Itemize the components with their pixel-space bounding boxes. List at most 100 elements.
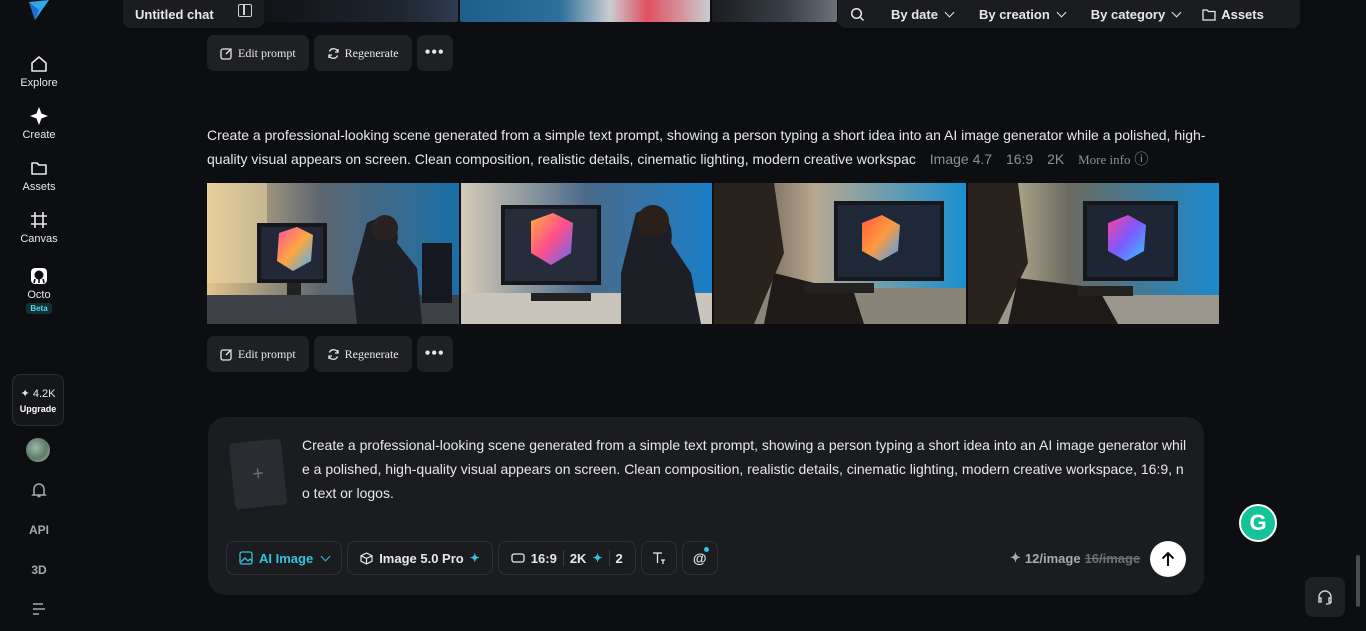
sparkle-icon: ✦ <box>469 551 480 565</box>
app-logo-icon[interactable] <box>27 0 51 22</box>
arrow-up-icon <box>1161 551 1175 566</box>
sidebar-item-explore[interactable]: Explore <box>0 54 78 89</box>
scrollbar[interactable] <box>1356 555 1360 607</box>
text-format-icon <box>652 552 665 564</box>
support-button[interactable] <box>1305 577 1345 617</box>
sidebar-item-label: Assets <box>22 181 56 193</box>
filter-label: By category <box>1090 6 1166 22</box>
generated-image[interactable] <box>714 183 966 324</box>
actions-row-previous: Edit prompt Regenerate ••• <box>207 35 453 71</box>
sparkle-icon: ✦ <box>1010 550 1021 565</box>
ratio-value: 16:9 <box>530 550 557 566</box>
sparkle-icon <box>30 107 48 125</box>
sidebar: Explore Create Assets Canvas Octo Beta ✦… <box>0 0 78 631</box>
previous-image[interactable] <box>460 0 711 22</box>
old-cost-value: 16/image <box>1084 550 1141 566</box>
folder-icon <box>31 162 47 175</box>
grammarly-icon[interactable]: G <box>1239 504 1277 542</box>
chat-title: Untitled chat <box>135 6 214 22</box>
info-icon: ⓘ <box>1134 151 1149 167</box>
home-icon <box>31 56 47 72</box>
generated-image-graphic <box>460 183 712 324</box>
mention-button[interactable]: @ <box>681 541 718 575</box>
edit-prompt-button[interactable]: Edit prompt <box>207 336 309 372</box>
octo-icon <box>31 268 47 284</box>
model-tag: Image 4.7 <box>929 151 993 167</box>
more-options-button[interactable]: ••• <box>416 336 453 372</box>
text-style-button[interactable] <box>640 541 677 575</box>
app-root: Explore Create Assets Canvas Octo Beta ✦… <box>0 0 1366 631</box>
divider <box>562 550 564 566</box>
model-label: Image 5.0 Pro <box>379 550 464 566</box>
assets-label: Assets <box>1221 6 1264 22</box>
chat-title-bar[interactable]: Untitled chat <box>123 0 264 28</box>
previous-image[interactable] <box>712 0 837 22</box>
sidebar-item-assets[interactable]: Assets <box>0 158 78 193</box>
generated-image[interactable] <box>460 183 712 324</box>
sidebar-item-create[interactable]: Create <box>0 106 78 141</box>
generated-image[interactable] <box>967 183 1219 324</box>
filter-label: By creation <box>978 6 1050 22</box>
previous-image[interactable] <box>258 0 459 22</box>
chevron-down-icon <box>944 7 955 17</box>
actions-row-current: Edit prompt Regenerate ••• <box>207 336 453 372</box>
sidebar-toggle-icon[interactable] <box>238 4 252 17</box>
generated-image[interactable] <box>207 183 459 324</box>
folder-icon <box>1202 8 1216 21</box>
avatar[interactable] <box>26 438 50 462</box>
generated-image-graphic <box>714 183 966 324</box>
upload-reference-button[interactable]: + <box>228 438 288 510</box>
sidebar-item-label: Create <box>22 129 56 141</box>
generated-image-graphic <box>967 183 1219 324</box>
button-label: Edit prompt <box>238 45 296 60</box>
regenerate-button[interactable]: Regenerate <box>313 35 412 71</box>
button-label: Regenerate <box>344 45 399 60</box>
plus-icon: + <box>250 461 265 486</box>
edit-icon <box>220 47 232 60</box>
cube-icon <box>360 551 373 565</box>
upgrade-label: Upgrade <box>19 403 57 414</box>
cost-display: ✦ 12/image 16/image <box>1010 550 1140 566</box>
assets-button[interactable]: Assets <box>1202 7 1264 22</box>
image-icon <box>239 551 253 565</box>
menu-icon[interactable] <box>31 602 47 616</box>
upgrade-button[interactable]: ✦ 4.2K Upgrade <box>12 374 64 426</box>
aspect-ratio-icon <box>511 553 525 563</box>
output-settings[interactable]: 16:9 2K ✦ 2 <box>497 541 636 575</box>
bell-icon[interactable] <box>30 481 48 499</box>
sparkle-icon: ✦ <box>592 551 603 565</box>
edit-icon <box>220 348 232 361</box>
model-selector[interactable]: Image 5.0 Pro ✦ <box>347 541 493 575</box>
sidebar-item-octo[interactable]: Octo Beta <box>0 266 78 314</box>
search-icon[interactable] <box>850 7 865 22</box>
filter-by-creation[interactable]: By creation <box>978 6 1067 22</box>
edit-prompt-button[interactable]: Edit prompt <box>207 35 309 71</box>
regenerate-button[interactable]: Regenerate <box>313 336 412 372</box>
filter-by-date[interactable]: By date <box>891 6 955 22</box>
filter-by-category[interactable]: By category <box>1090 6 1182 22</box>
mode-selector[interactable]: AI Image <box>226 541 343 575</box>
divider <box>608 550 610 566</box>
credits-count: ✦ 4.2K <box>20 387 56 400</box>
headset-icon <box>1318 590 1332 605</box>
more-options-button[interactable]: ••• <box>416 35 453 71</box>
chevron-down-icon <box>1171 7 1182 17</box>
3d-link[interactable]: 3D <box>0 563 78 577</box>
generated-images <box>207 183 1219 324</box>
filter-label: By date <box>891 6 938 22</box>
send-button[interactable] <box>1150 541 1186 577</box>
refresh-icon <box>328 348 339 360</box>
generation-prompt: Create a professional-looking scene gene… <box>207 123 1222 172</box>
button-label: Edit prompt <box>238 346 296 361</box>
mode-label: AI Image <box>259 550 314 566</box>
composer-toolbar: AI Image Image 5.0 Pro ✦ 16:9 2K ✦ 2 @ <box>226 541 718 575</box>
sidebar-item-canvas[interactable]: Canvas <box>0 210 78 245</box>
chevron-down-icon <box>320 551 331 561</box>
more-info-link[interactable]: More info <box>1078 152 1130 167</box>
at-icon: @ <box>692 550 707 566</box>
api-link[interactable]: API <box>0 523 78 537</box>
prompt-input[interactable]: Create a professional-looking scene gene… <box>302 433 1187 505</box>
chevron-down-icon <box>1056 7 1067 17</box>
ratio-tag: 16:9 <box>1005 151 1034 167</box>
sidebar-item-label: Explore <box>20 77 58 89</box>
